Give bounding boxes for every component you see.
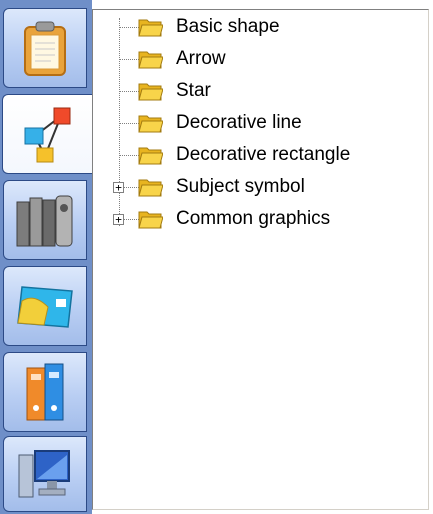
tab-library[interactable] xyxy=(3,180,87,260)
folder-icon xyxy=(138,19,163,37)
tree-branch xyxy=(119,91,139,92)
tree-item-basic-shape[interactable]: Basic shape xyxy=(93,11,423,43)
tab-computer[interactable] xyxy=(3,436,87,512)
sidebar-tab-bar xyxy=(0,0,92,514)
expand-toggle[interactable]: + xyxy=(113,214,124,225)
tree-item-label: Subject symbol xyxy=(176,176,305,197)
tab-shapes[interactable] xyxy=(2,94,92,174)
tree-item-label: Basic shape xyxy=(176,16,280,37)
shapes-network-icon xyxy=(24,107,70,163)
tree-branch xyxy=(119,59,139,60)
library-books-icon xyxy=(16,195,73,247)
tree-item-label: Arrow xyxy=(176,48,226,69)
tree-branch xyxy=(119,155,139,156)
tree-item-decorative-rectangle[interactable]: Decorative rectangle xyxy=(93,139,423,171)
folder-icon xyxy=(138,211,163,229)
folder-icon xyxy=(138,83,163,101)
tree-item-common-graphics[interactable]: + Common graphics xyxy=(93,203,423,235)
tab-card[interactable] xyxy=(3,266,87,346)
tree-item-label: Common graphics xyxy=(176,208,331,229)
tab-clipboard[interactable] xyxy=(3,8,87,88)
tree-branch xyxy=(119,123,139,124)
folder-icon xyxy=(138,147,163,165)
binders-icon xyxy=(26,363,64,421)
tab-binders[interactable] xyxy=(3,352,87,432)
clipboard-icon xyxy=(24,21,66,76)
card-icon xyxy=(17,286,73,328)
tree-item-subject-symbol[interactable]: + Subject symbol xyxy=(93,171,423,203)
tree-item-star[interactable]: Star xyxy=(93,75,423,107)
tree-item-label: Decorative rectangle xyxy=(176,144,351,165)
folder-icon xyxy=(138,51,163,69)
computer-icon xyxy=(18,450,70,498)
tree-panel: Basic shape Arrow Star Decorative line D… xyxy=(92,9,429,510)
folder-icon xyxy=(138,115,163,133)
tree-item-label: Decorative line xyxy=(176,112,302,133)
tree-item-label: Star xyxy=(176,80,211,101)
tree-item-arrow[interactable]: Arrow xyxy=(93,43,423,75)
tree-branch xyxy=(119,27,139,28)
expand-toggle[interactable]: + xyxy=(113,182,124,193)
folder-icon xyxy=(138,179,163,197)
tree-item-decorative-line[interactable]: Decorative line xyxy=(93,107,423,139)
